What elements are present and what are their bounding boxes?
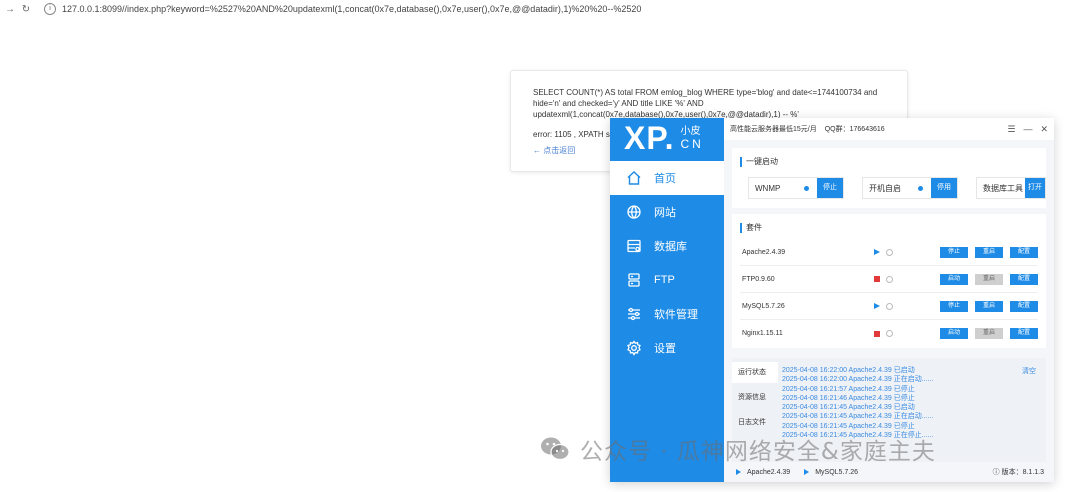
service-name: FTP0.9.60 (742, 275, 775, 283)
sidebar-item-settings[interactable]: 设置 (610, 331, 724, 365)
tab-run-status[interactable]: 运行状态 (732, 362, 778, 383)
sidebar-item-label: 首页 (654, 173, 676, 185)
restart-button[interactable]: 重启 (975, 273, 1003, 285)
sidebar-item-website[interactable]: 网站 (610, 195, 724, 229)
logo: XP. 小皮 CN (610, 118, 724, 158)
footer-service: MySQL5.7.26 (815, 468, 859, 476)
wechat-icon (541, 437, 570, 461)
sidebar-item-label: 软件管理 (654, 309, 698, 321)
wnmp-stop-button[interactable]: 停止 (817, 178, 843, 198)
version-text: ⓘ 版本：8.1.1.3 (992, 469, 1044, 476)
arrow-right-icon[interactable]: → (4, 4, 16, 15)
sidebar-item-label: FTP (654, 274, 675, 286)
logo-xp: XP. (624, 120, 675, 156)
quick-label: WNMP (755, 183, 781, 193)
clear-log-button[interactable]: 清空 (1022, 366, 1036, 376)
config-button[interactable]: 配置 (1010, 328, 1038, 339)
suite-row: Apache2.4.39 停止 重启 配置 (740, 239, 1038, 266)
sidebar-item-label: 数据库 (654, 241, 687, 253)
minimize-icon[interactable]: — (1023, 124, 1032, 135)
sidebar-item-software[interactable]: 软件管理 (610, 297, 724, 331)
suite-row: FTP0.9.60 启动 重启 配置 (740, 266, 1038, 293)
server-icon (628, 273, 640, 287)
sidebar: XP. 小皮 CN 首页 网站 数据库 FTP 软件管理 设置 (610, 118, 724, 482)
clock-icon (886, 302, 893, 310)
log-line: 2025-04-08 16:21:45 Apache2.4.39 已停止 (782, 422, 915, 430)
service-name: MySQL5.7.26 (742, 302, 785, 310)
database-icon (627, 239, 641, 253)
stop-button[interactable]: 停止 (940, 300, 968, 312)
tab-resource-info[interactable]: 资源信息 (732, 387, 778, 408)
sidebar-item-label: 设置 (654, 343, 676, 355)
log-line: 2025-04-08 16:21:57 Apache2.4.39 已停止 (782, 385, 915, 393)
log-line: 2025-04-08 16:21:45 Apache2.4.39 正在启动...… (782, 413, 934, 421)
config-button[interactable]: 配置 (1010, 273, 1038, 285)
start-button[interactable]: 启动 (940, 273, 968, 285)
log-line: 2025-04-08 16:21:45 Apache2.4.39 已启动 (782, 404, 915, 412)
sidebar-item-database[interactable]: 数据库 (610, 229, 724, 263)
log-line: 2025-04-08 16:21:46 Apache2.4.39 已停止 (782, 394, 915, 402)
watermark-text: 公众号 · 瓜神网络安全&家庭主夫 (580, 439, 936, 465)
running-icon (736, 469, 741, 475)
xp-panel-window: XP. 小皮 CN 首页 网站 数据库 FTP 软件管理 设置 高性能云服务器最… (610, 118, 1054, 482)
status-dot-icon (918, 185, 923, 191)
log-line: 2025-04-08 16:22:00 Apache2.4.39 正在启动...… (782, 376, 934, 384)
suite-section: 套件 Apache2.4.39 停止 重启 配置 FTP0.9.60 启动 重启… (732, 214, 1046, 348)
restart-button[interactable]: 重启 (975, 328, 1003, 339)
watermark: 公众号 · 瓜神网络安全&家庭主夫 (540, 432, 936, 466)
logo-bottom: CN (680, 137, 704, 151)
reload-icon[interactable]: ↻ (20, 4, 32, 15)
main-area: 高性能云服务器最低15元/月 QQ群：176643616 ☰ — ✕ 一键启动 … (724, 118, 1054, 482)
quick-label: 数据库工具 (983, 183, 1023, 193)
restart-button[interactable]: 重启 (975, 246, 1003, 258)
home-icon (627, 171, 641, 185)
sliders-icon (628, 307, 640, 321)
stopped-icon (874, 330, 880, 337)
autostart-toggle: 开机自启 停用 (862, 177, 958, 199)
db-tool-open-button[interactable]: 打开 (1025, 178, 1045, 198)
wnmp-toggle: WNMP 停止 (748, 177, 844, 199)
service-name: Apache2.4.39 (742, 248, 786, 256)
restart-button[interactable]: 重启 (975, 300, 1003, 312)
clock-icon (886, 275, 893, 283)
running-icon (874, 303, 880, 309)
tab-log-files[interactable]: 日志文件 (732, 412, 778, 433)
start-button[interactable]: 启动 (940, 328, 968, 339)
sidebar-item-label: 网站 (654, 207, 676, 219)
db-tool: 数据库工具 打开 (976, 177, 1046, 199)
suite-row: Nginx1.15.11 启动 重启 配置 (740, 320, 1038, 347)
config-button[interactable]: 配置 (1010, 300, 1038, 312)
sidebar-item-home[interactable]: 首页 (610, 161, 724, 195)
sql-query-text: SELECT COUNT(*) AS total FROM emlog_blog… (533, 88, 878, 119)
stop-button[interactable]: 停止 (940, 246, 968, 258)
gear-icon (627, 340, 641, 356)
promo-text[interactable]: 高性能云服务器最低15元/月 (730, 124, 817, 134)
close-icon[interactable]: ✕ (1040, 124, 1048, 135)
url-text[interactable]: 127.0.0.1:8099//index.php?keyword=%2527%… (62, 4, 641, 14)
qq-group-text: QQ群：176643616 (824, 126, 885, 133)
status-dot-icon (804, 185, 809, 191)
title-bar: 高性能云服务器最低15元/月 QQ群：176643616 ☰ — ✕ (724, 118, 1054, 140)
footer-service: Apache2.4.39 (747, 468, 791, 476)
address-bar: → ↻ i 127.0.0.1:8099//index.php?keyword=… (0, 0, 1080, 18)
running-icon (804, 469, 810, 475)
suite-row: MySQL5.7.26 停止 重启 配置 (740, 293, 1038, 320)
clock-icon (886, 248, 893, 256)
config-button[interactable]: 配置 (1010, 246, 1038, 258)
section-title: 一键启动 (732, 148, 1046, 167)
section-title: 套件 (732, 214, 1046, 233)
menu-icon[interactable]: ☰ (1007, 124, 1015, 135)
quick-start-section: 一键启动 WNMP 停止 开机自启 停用 数据库工具 打开 (732, 148, 1046, 208)
service-name: Nginx1.15.11 (742, 330, 783, 337)
quick-label: 开机自启 (869, 183, 901, 193)
running-icon (874, 249, 880, 255)
sidebar-item-ftp[interactable]: FTP (610, 263, 724, 297)
stopped-icon (874, 276, 880, 282)
site-info-icon[interactable]: i (44, 3, 56, 15)
globe-icon (627, 205, 641, 219)
log-line: 2025-04-08 16:22:00 Apache2.4.39 已启动 (782, 367, 915, 374)
clock-icon (886, 330, 893, 337)
autostart-disable-button[interactable]: 停用 (931, 178, 957, 198)
